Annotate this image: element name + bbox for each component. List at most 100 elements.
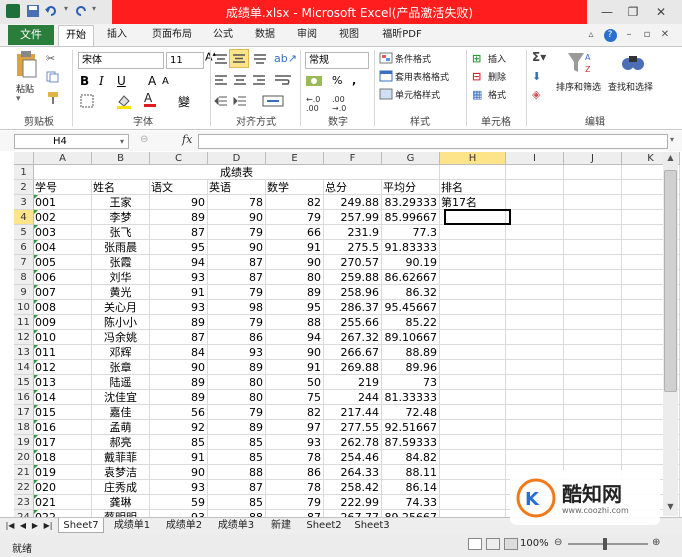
row-header-7[interactable]: 7 <box>14 255 34 270</box>
sheet-tab-grade2[interactable]: 成绩单2 <box>160 518 208 533</box>
empty-cell[interactable] <box>506 195 564 210</box>
data-cell[interactable]: 95 <box>150 240 208 255</box>
data-cell[interactable]: 92.51667 <box>382 420 440 435</box>
data-cell[interactable] <box>440 435 506 450</box>
data-cell[interactable]: 79 <box>208 405 266 420</box>
empty-cell[interactable] <box>506 330 564 345</box>
empty-cell[interactable] <box>506 405 564 420</box>
page-break-view-icon[interactable] <box>504 538 518 550</box>
data-cell[interactable]: 258.42 <box>324 480 382 495</box>
row-header-16[interactable]: 16 <box>14 390 34 405</box>
empty-cell[interactable] <box>440 165 506 180</box>
row-header-23[interactable]: 23 <box>14 495 34 510</box>
row-header-6[interactable]: 6 <box>14 240 34 255</box>
row-header-1[interactable]: 1 <box>14 165 34 180</box>
data-cell[interactable]: 89 <box>150 210 208 225</box>
data-cell[interactable]: 97 <box>266 420 324 435</box>
data-cell[interactable]: 91 <box>266 360 324 375</box>
column-header-f[interactable]: F <box>324 152 382 165</box>
font-size-combo[interactable]: 11 <box>166 52 204 69</box>
empty-cell[interactable] <box>506 285 564 300</box>
find-select-icon[interactable] <box>620 50 646 79</box>
data-cell[interactable] <box>440 420 506 435</box>
header-cell[interactable]: 英语 <box>208 180 266 195</box>
underline-icon[interactable]: U <box>117 74 126 88</box>
empty-cell[interactable] <box>564 180 622 195</box>
zoom-out-icon[interactable]: ⊖ <box>554 537 562 548</box>
data-cell[interactable]: 020 <box>34 480 92 495</box>
row-header-17[interactable]: 17 <box>14 405 34 420</box>
tab-formulas[interactable]: 公式 <box>206 24 240 46</box>
autosum-icon[interactable]: Σ▾ <box>532 50 546 64</box>
data-cell[interactable]: 008 <box>34 300 92 315</box>
decrease-indent-icon[interactable] <box>214 95 228 110</box>
data-cell[interactable]: 88.11 <box>382 465 440 480</box>
merge-center-icon[interactable] <box>262 95 284 110</box>
data-cell[interactable] <box>440 390 506 405</box>
data-cell[interactable]: 79 <box>208 225 266 240</box>
data-cell[interactable]: 50 <box>266 375 324 390</box>
column-header-c[interactable]: C <box>150 152 208 165</box>
data-cell[interactable]: 张霞 <box>92 255 150 270</box>
data-cell[interactable]: 90 <box>266 345 324 360</box>
data-cell[interactable]: 85.99667 <box>382 210 440 225</box>
data-cell[interactable]: 87 <box>208 270 266 285</box>
data-cell[interactable]: 269.88 <box>324 360 382 375</box>
row-header-21[interactable]: 21 <box>14 465 34 480</box>
data-cell[interactable] <box>440 240 506 255</box>
workbook-restore-icon[interactable]: ▫ <box>640 24 654 46</box>
data-cell[interactable]: 91 <box>150 285 208 300</box>
data-cell[interactable]: 78 <box>266 480 324 495</box>
data-cell[interactable]: 018 <box>34 450 92 465</box>
data-cell[interactable]: 89 <box>208 420 266 435</box>
data-cell[interactable]: 007 <box>34 285 92 300</box>
row-header-18[interactable]: 18 <box>14 420 34 435</box>
column-header-h[interactable]: H <box>440 152 506 165</box>
data-cell[interactable]: 222.99 <box>324 495 382 510</box>
excel-app-icon[interactable] <box>6 4 20 18</box>
empty-cell[interactable] <box>564 450 622 465</box>
percent-icon[interactable]: % <box>332 74 342 87</box>
data-cell[interactable]: 255.66 <box>324 315 382 330</box>
align-center-icon[interactable] <box>233 74 247 89</box>
data-cell[interactable]: 86.62667 <box>382 270 440 285</box>
data-cell[interactable]: 85.22 <box>382 315 440 330</box>
data-cell[interactable] <box>440 375 506 390</box>
first-sheet-icon[interactable]: |◀ <box>4 518 16 533</box>
tab-file[interactable]: 文件 <box>8 25 54 45</box>
data-cell[interactable]: 袁梦洁 <box>92 465 150 480</box>
data-cell[interactable]: 259.88 <box>324 270 382 285</box>
italic-icon[interactable]: I <box>99 74 104 88</box>
sheet-tab-sheet2[interactable]: Sheet2 <box>302 518 346 533</box>
header-cell[interactable]: 数学 <box>266 180 324 195</box>
data-cell[interactable]: 77.3 <box>382 225 440 240</box>
empty-cell[interactable] <box>564 165 622 180</box>
row-header-5[interactable]: 5 <box>14 225 34 240</box>
empty-cell[interactable] <box>564 315 622 330</box>
data-cell[interactable]: 002 <box>34 210 92 225</box>
row-header-9[interactable]: 9 <box>14 285 34 300</box>
data-cell[interactable]: 嘉佳 <box>92 405 150 420</box>
data-cell[interactable] <box>440 360 506 375</box>
sheet-tab-sheet3[interactable]: Sheet3 <box>350 518 394 533</box>
data-cell[interactable]: 004 <box>34 240 92 255</box>
data-cell[interactable]: 019 <box>34 465 92 480</box>
last-sheet-icon[interactable]: ▶| <box>42 518 54 533</box>
expand-formula-bar-icon[interactable]: ▾ <box>670 135 674 144</box>
data-cell[interactable]: 262.78 <box>324 435 382 450</box>
data-cell[interactable]: 258.96 <box>324 285 382 300</box>
tab-insert[interactable]: 插入 <box>98 24 136 46</box>
prev-sheet-icon[interactable]: ◀ <box>18 518 28 533</box>
column-header-j[interactable]: J <box>564 152 622 165</box>
data-cell[interactable]: 90 <box>208 240 266 255</box>
empty-cell[interactable] <box>506 435 564 450</box>
empty-cell[interactable] <box>506 225 564 240</box>
data-cell[interactable]: 005 <box>34 255 92 270</box>
fill-icon[interactable]: ⬇ <box>532 70 541 83</box>
data-cell[interactable]: 郝亮 <box>92 435 150 450</box>
paste-icon[interactable] <box>14 50 38 83</box>
data-cell[interactable]: 93 <box>150 300 208 315</box>
data-cell[interactable]: 266.67 <box>324 345 382 360</box>
data-cell[interactable] <box>440 255 506 270</box>
data-cell[interactable]: 89.10667 <box>382 330 440 345</box>
